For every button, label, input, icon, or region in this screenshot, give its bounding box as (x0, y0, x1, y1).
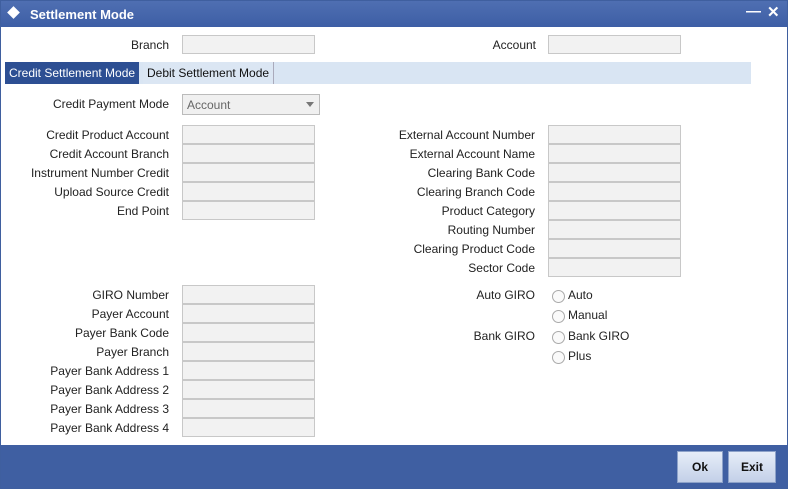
account-label: Account (492, 38, 536, 52)
sector-code-input[interactable] (548, 258, 681, 277)
bank-giro-option-label: Bank GIRO (568, 329, 630, 343)
clearing-bank-code-label: Clearing Bank Code (427, 166, 535, 180)
sector-code-label: Sector Code (468, 261, 535, 275)
payer-bank-code-label: Payer Bank Code (74, 326, 169, 340)
payer-account-label: Payer Account (91, 307, 169, 321)
credit-product-account-input[interactable] (182, 125, 315, 144)
external-account-name-label: External Account Name (409, 147, 535, 161)
clearing-branch-code-label: Clearing Branch Code (416, 185, 535, 199)
plus-radio[interactable] (552, 351, 565, 364)
product-category-label: Product Category (441, 204, 535, 218)
chevron-down-icon[interactable] (302, 95, 319, 114)
payer-account-input[interactable] (182, 304, 315, 323)
credit-payment-mode-select[interactable]: Account (182, 94, 320, 115)
upload-source-credit-label: Upload Source Credit (54, 185, 169, 199)
clearing-bank-code-input[interactable] (548, 163, 681, 182)
account-input[interactable] (548, 35, 681, 54)
auto-giro-label: Auto GIRO (476, 288, 535, 302)
ok-button[interactable]: Ok (677, 451, 723, 483)
end-point-label: End Point (116, 204, 169, 218)
giro-number-label: GIRO Number (92, 288, 169, 302)
external-account-name-input[interactable] (548, 144, 681, 163)
payer-bank-address-1-input[interactable] (182, 361, 315, 380)
clearing-product-code-input[interactable] (548, 239, 681, 258)
window-title: Settlement Mode (30, 7, 135, 22)
minimize-icon[interactable]: — (746, 3, 761, 20)
external-account-number-input[interactable] (548, 125, 681, 144)
product-category-input[interactable] (548, 201, 681, 220)
exit-button[interactable]: Exit (728, 451, 776, 483)
payer-bank-address-4-input[interactable] (182, 418, 315, 437)
routing-number-label: Routing Number (447, 223, 535, 237)
payer-bank-address-2-label: Payer Bank Address 2 (50, 383, 169, 397)
manual-radio[interactable] (552, 310, 565, 323)
giro-number-input[interactable] (182, 285, 315, 304)
payer-bank-code-input[interactable] (182, 323, 315, 342)
credit-account-branch-label: Credit Account Branch (49, 147, 169, 161)
plus-option-label: Plus (568, 349, 592, 363)
credit-payment-mode-value: Account (187, 98, 231, 112)
external-account-number-label: External Account Number (398, 128, 535, 142)
payer-bank-address-3-input[interactable] (182, 399, 315, 418)
manual-option-label: Manual (568, 308, 608, 322)
auto-radio[interactable] (552, 290, 565, 303)
instrument-number-credit-input[interactable] (182, 163, 315, 182)
credit-account-branch-input[interactable] (182, 144, 315, 163)
credit-payment-mode-label: Credit Payment Mode (52, 97, 169, 111)
title-bar[interactable]: Settlement Mode — ✕ (1, 1, 787, 27)
clearing-branch-code-input[interactable] (548, 182, 681, 201)
payer-bank-address-1-label: Payer Bank Address 1 (50, 364, 169, 378)
tab-bar: Credit Settlement Mode Debit Settlement … (5, 62, 751, 84)
tab-credit-settlement-mode[interactable]: Credit Settlement Mode (5, 62, 140, 84)
clearing-product-code-label: Clearing Product Code (413, 242, 535, 256)
credit-product-account-label: Credit Product Account (46, 128, 169, 142)
bank-giro-label: Bank GIRO (473, 329, 535, 343)
end-point-input[interactable] (182, 201, 315, 220)
auto-option-label: Auto (568, 288, 593, 302)
diamond-icon (7, 6, 20, 19)
bank-giro-radio[interactable] (552, 331, 565, 344)
routing-number-input[interactable] (548, 220, 681, 239)
payer-bank-address-4-label: Payer Bank Address 4 (50, 421, 169, 435)
branch-label: Branch (130, 38, 169, 52)
payer-bank-address-3-label: Payer Bank Address 3 (50, 402, 169, 416)
instrument-number-credit-label: Instrument Number Credit (30, 166, 169, 180)
upload-source-credit-input[interactable] (182, 182, 315, 201)
branch-input[interactable] (182, 35, 315, 54)
payer-bank-address-2-input[interactable] (182, 380, 315, 399)
settlement-mode-window: Settlement Mode — ✕ Branch Account Credi… (0, 0, 788, 489)
payer-branch-input[interactable] (182, 342, 315, 361)
footer-bar (1, 445, 787, 488)
tab-debit-settlement-mode[interactable]: Debit Settlement Mode (143, 62, 275, 84)
close-icon[interactable]: ✕ (767, 3, 780, 21)
payer-branch-label: Payer Branch (96, 345, 169, 359)
